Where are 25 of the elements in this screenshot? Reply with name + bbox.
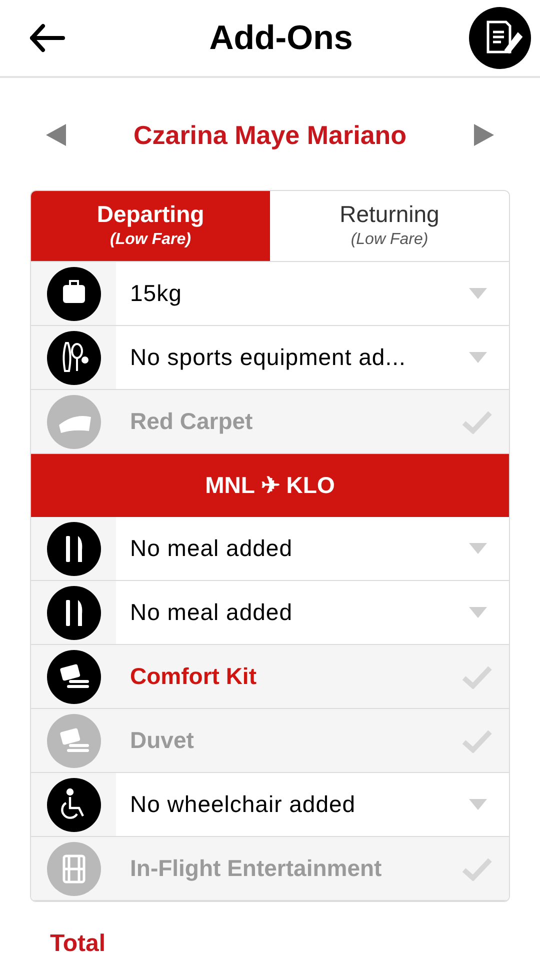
passenger-name: Czarina Maye Mariano: [133, 118, 407, 152]
dropdown-value[interactable]: No meal added: [116, 595, 469, 630]
dropdown-value[interactable]: No wheelchair added: [116, 787, 469, 822]
back-arrow-icon[interactable]: [28, 23, 66, 53]
caret-icon: [469, 352, 487, 363]
caret-icon: [469, 799, 487, 810]
caret-icon: [469, 543, 487, 554]
caret-icon: [469, 288, 487, 299]
edit-document-icon[interactable]: [468, 6, 532, 70]
wheelchair-icon: [46, 778, 100, 832]
next-arrow-icon[interactable]: [474, 124, 494, 146]
dropdown-value[interactable]: No meal added: [116, 531, 469, 566]
caret-icon: [469, 607, 487, 618]
dropdown-value[interactable]: No sports equipment ad...: [116, 340, 469, 375]
checkmark-icon[interactable]: [461, 856, 493, 880]
checkmark-icon[interactable]: [461, 664, 493, 688]
checkmark-icon[interactable]: [461, 410, 493, 434]
flight-tab[interactable]: Departing (Low Fare): [31, 191, 270, 261]
previous-arrow-icon[interactable]: [46, 124, 66, 146]
page-title: Add-Ons: [209, 18, 353, 58]
suitcase-icon: [46, 266, 100, 320]
checkmark-icon[interactable]: [461, 728, 493, 752]
dropdown-value[interactable]: 15kg: [116, 276, 469, 311]
route-banner: MNL ✈ KLO: [31, 454, 509, 517]
total-label: Total: [50, 929, 107, 959]
